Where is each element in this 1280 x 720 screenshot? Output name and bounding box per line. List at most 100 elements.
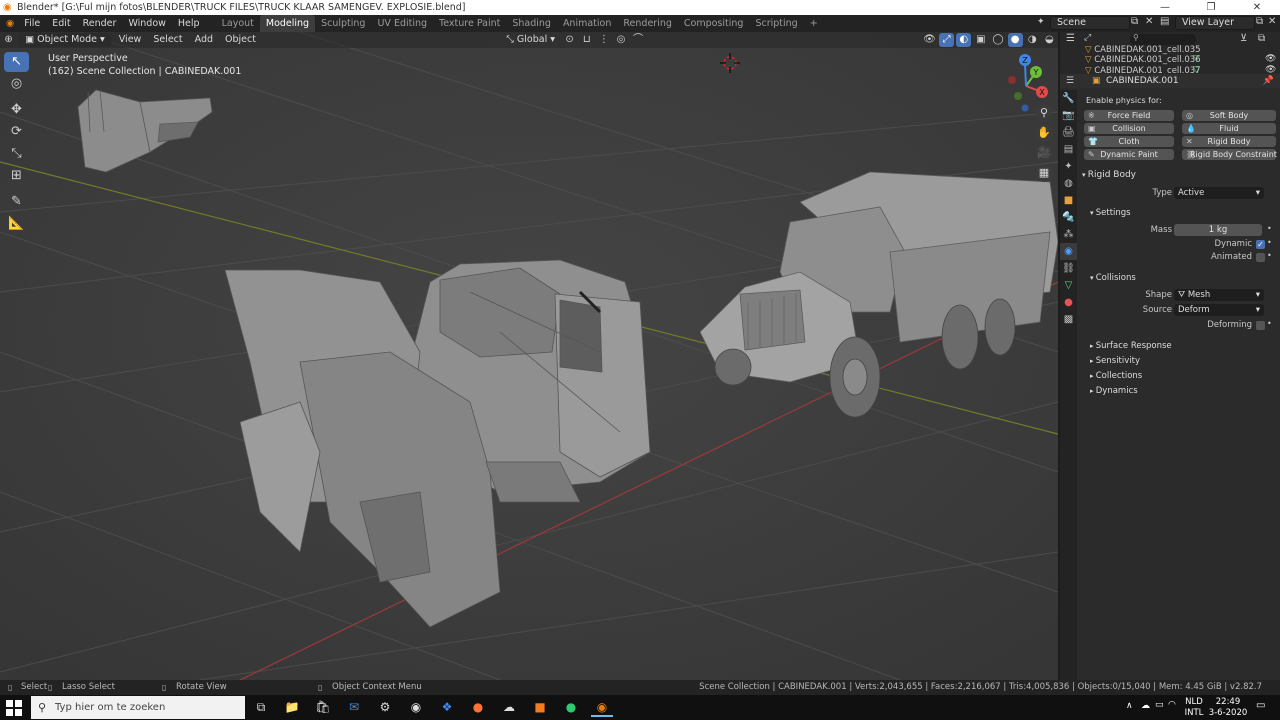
new-collection-icon[interactable]: ⧉ [1258,33,1265,44]
viewport-scene[interactable] [0,32,1058,680]
pivot-point-icon[interactable]: ⊙ [562,33,577,47]
visibility-icon[interactable]: 👁 [922,33,937,47]
mail-icon[interactable]: ✉ [343,697,365,717]
particles-tab-icon[interactable]: ⁂ [1060,226,1077,243]
menu-select[interactable]: Select [147,32,188,48]
tab-modeling[interactable]: Modeling [259,15,316,32]
render-tab-icon[interactable]: 📷 [1060,107,1077,124]
app-icon-circle[interactable]: ◉ [405,697,427,717]
xray-icon[interactable]: ▣ [973,33,988,47]
sensitivity-panel-header[interactable]: ▸ Sensitivity [1090,355,1140,367]
tab-rendering[interactable]: Rendering [617,15,678,32]
new-scene-icon[interactable]: ⧉ [1131,16,1138,27]
perspective-toggle-icon[interactable]: ▦ [1035,164,1053,182]
material-tab-icon[interactable]: ● [1060,294,1077,311]
tool-settings-tab-icon[interactable]: 🔧 [1060,90,1077,107]
zoom-icon[interactable]: ⚲ [1035,104,1053,122]
collision-button[interactable]: ▣ Collision [1084,123,1174,134]
battery-icon[interactable]: ▭ [1155,700,1164,710]
settings-panel-header[interactable]: ▾ Settings [1090,207,1131,219]
soft-body-button[interactable]: ◎ Soft Body [1182,110,1276,121]
tray-chevron-icon[interactable]: ∧ [1126,701,1133,711]
outliner-row[interactable]: ▽ CABINEDAK.001_cell.037 [1085,65,1201,74]
settings-icon[interactable]: ⚙ [374,697,396,717]
navigation-gizmo[interactable]: X Y Z [998,52,1054,112]
material-shading-icon[interactable]: ◑ [1025,33,1040,47]
rendered-shading-icon[interactable]: ◒ [1042,33,1057,47]
menu-edit[interactable]: Edit [46,15,76,32]
new-view-layer-icon[interactable]: ⧉ [1256,16,1263,27]
select-box-tool[interactable]: ↖ [4,52,29,72]
physics-tab-icon[interactable]: ◉ [1060,243,1077,260]
deforming-checkbox[interactable] [1256,321,1265,330]
dropbox-icon[interactable]: ❖ [436,697,458,717]
mass-field[interactable]: 1 kg [1174,224,1262,236]
app-icon-green[interactable]: ● [560,697,582,717]
tab-shading[interactable]: Shading [506,15,557,32]
type-dropdown[interactable]: Active ▾ [1174,187,1264,199]
pin-icon[interactable]: 📌 [1263,74,1274,88]
menu-object[interactable]: Object [219,32,262,48]
delete-scene-icon[interactable]: ✕ [1145,16,1153,27]
tab-sculpting[interactable]: Sculpting [315,15,371,32]
wifi-icon[interactable]: ◠ [1168,700,1176,710]
rigid-body-button[interactable]: ✕ Rigid Body [1182,136,1276,147]
keyframe-dot-icon[interactable]: • [1267,224,1272,233]
blender-menu-icon[interactable]: ◉ [0,15,18,32]
menu-view[interactable]: View [113,32,148,48]
snap-icon[interactable]: ⊔ [579,33,594,47]
rigid-body-constraint-button[interactable]: ⛓ Rigid Body Constraint [1182,149,1277,160]
3d-viewport[interactable]: ⊕ ▣ Object Mode ▾ View Select Add Object… [0,32,1058,680]
tab-scripting[interactable]: Scripting [749,15,803,32]
keyframe-dot-icon[interactable]: • [1267,319,1272,328]
menu-window[interactable]: Window [122,15,171,32]
outliner-filter-display-icon[interactable]: ⤢ [1084,33,1091,43]
app-icon-cloud[interactable]: ☁ [498,697,520,717]
shape-dropdown[interactable]: ⛛ Mesh ▾ [1174,289,1264,301]
dynamic-checkbox[interactable]: ✓ [1256,240,1265,249]
tray-app-icon[interactable]: ☁ [1141,701,1150,711]
menu-file[interactable]: File [18,15,46,32]
minimize-button[interactable]: — [1142,0,1188,15]
object-tab-icon[interactable]: ■ [1060,192,1077,209]
keyframe-dot-icon[interactable]: • [1267,238,1272,247]
tab-texture-paint[interactable]: Texture Paint [433,15,506,32]
rotate-tool[interactable]: ⟳ [4,122,29,142]
blender-taskbar-icon[interactable]: ◉ [591,697,613,717]
keyframe-dot-icon[interactable]: • [1267,251,1272,260]
fluid-button[interactable]: 💧 Fluid [1182,123,1276,134]
measure-tool[interactable]: 📐 [4,214,29,234]
transform-tool[interactable]: ⊞ [4,166,29,186]
scene-tab-icon[interactable]: ✦ [1060,158,1077,175]
app-icon-orange[interactable]: ■ [529,697,551,717]
world-tab-icon[interactable]: ◍ [1060,175,1077,192]
annotate-tool[interactable]: ✎ [4,192,29,212]
view-layer-tab-icon[interactable]: ▤ [1060,141,1077,158]
add-workspace-button[interactable]: + [804,15,824,32]
windows-start-icon[interactable] [6,700,22,716]
store-icon[interactable]: 🛍 [312,697,334,717]
input-language-indicator[interactable]: NLD INTL [1183,697,1205,719]
scene-icon[interactable]: ✦ [1037,17,1045,27]
taskbar-search-input[interactable]: ⚲ Typ hier om te zoeken [31,696,245,719]
close-button[interactable]: ✕ [1234,0,1280,15]
solid-shading-icon[interactable]: ● [1007,33,1023,47]
constraints-tab-icon[interactable]: ⛓ [1060,260,1077,277]
move-tool[interactable]: ✥ [4,100,29,120]
falloff-icon[interactable]: ⌒ [631,33,646,47]
scale-tool[interactable]: ⤡ [4,144,29,164]
orientation-dropdown[interactable]: ⤡ Global ▾ [500,32,561,48]
delete-view-layer-icon[interactable]: ✕ [1268,16,1276,27]
editor-type-icon[interactable]: ⊕ [1,33,16,47]
source-dropdown[interactable]: Deform ▾ [1174,304,1264,316]
rigid-body-panel-header[interactable]: ▾ Rigid Body [1082,169,1136,181]
maximize-button[interactable]: ❐ [1188,0,1234,15]
notifications-icon[interactable]: ▭ [1256,700,1265,711]
mode-dropdown[interactable]: ▣ Object Mode ▾ [19,33,111,47]
wireframe-shading-icon[interactable]: ◯ [990,33,1005,47]
gizmo-toggle-icon[interactable]: ⤢ [939,33,955,47]
clock[interactable]: 22:49 3-6-2020 [1208,697,1248,719]
overlay-toggle-icon[interactable]: ◐ [956,33,972,47]
output-tab-icon[interactable]: 🖨 [1060,124,1077,141]
object-data-tab-icon[interactable]: ▽ [1060,277,1077,294]
